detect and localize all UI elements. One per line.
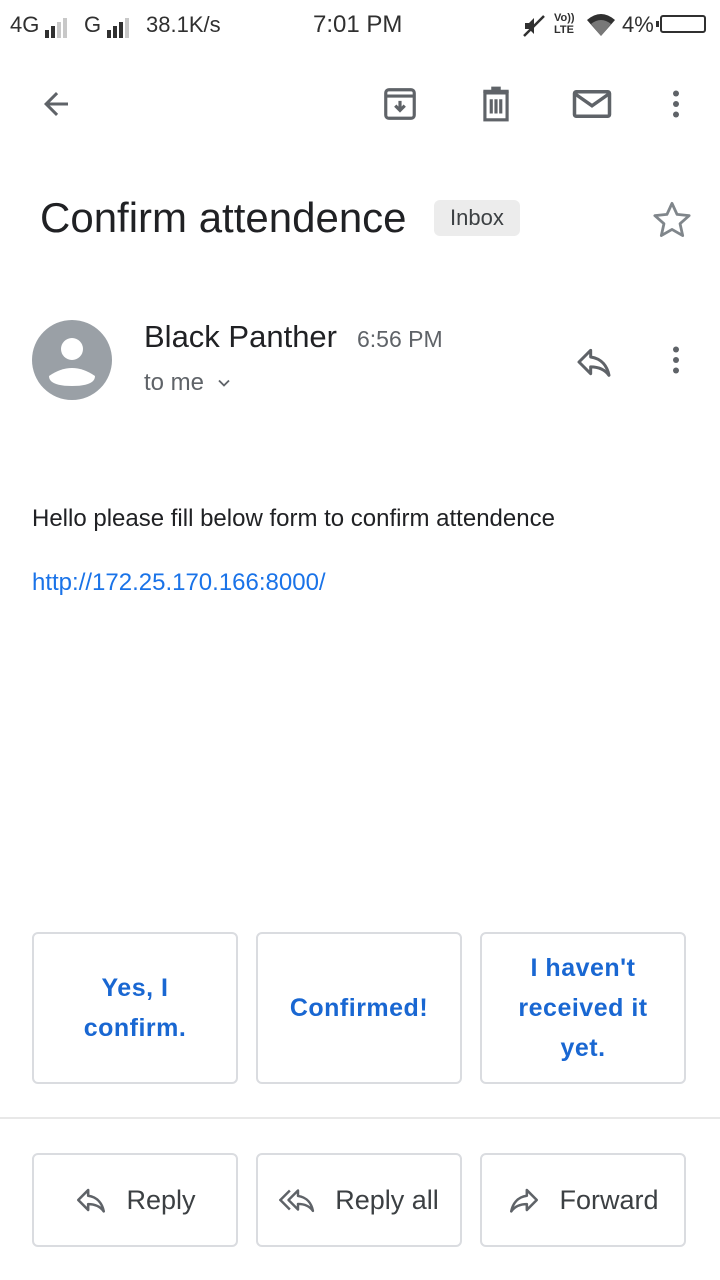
network-type-label: G — [84, 12, 102, 37]
delete-button[interactable] — [468, 76, 524, 132]
battery-icon — [656, 15, 706, 33]
reply-icon — [77, 1188, 106, 1213]
forward-icon — [510, 1188, 539, 1213]
star-icon — [653, 201, 691, 237]
star-button[interactable] — [648, 196, 696, 244]
battery-percent: 4% — [622, 12, 654, 37]
reply-all-icon — [279, 1189, 315, 1213]
chevron-down-icon — [218, 379, 230, 387]
signal-icon — [107, 12, 131, 38]
forward-button[interactable]: Forward — [480, 1153, 686, 1247]
recipient-label: to me — [144, 369, 205, 396]
smart-reply-not-received[interactable]: I haven't received it yet. — [480, 932, 686, 1084]
forward-label: Forward — [559, 1184, 659, 1215]
smart-reply-confirmed[interactable]: Confirmed! — [256, 932, 462, 1084]
reply-button[interactable]: Reply — [32, 1153, 238, 1247]
arrow-left-icon — [44, 92, 68, 116]
sender-name: Black Panther — [144, 319, 337, 354]
volte-icon: Vo)) LTE — [554, 12, 575, 36]
reply-icon-button[interactable] — [566, 334, 622, 390]
reply-all-button[interactable]: Reply all — [256, 1153, 462, 1247]
email-subject: Confirm attendence — [40, 194, 407, 241]
archive-icon — [384, 88, 416, 120]
network-indicator-4g: 4G — [10, 12, 69, 38]
clock: 7:01 PM — [313, 11, 403, 38]
email-body: Hello please fill below form to confirm … — [32, 505, 555, 532]
status-bar: 4G G 38.1K/s 7:01 PM Vo)) LTE 4% — [0, 0, 720, 50]
smart-reply-yes[interactable]: Yes, I confirm. — [32, 932, 238, 1084]
trash-icon — [483, 86, 509, 122]
received-time: 6:56 PM — [357, 326, 443, 352]
inbox-label-badge[interactable]: Inbox — [434, 200, 520, 236]
wifi-icon — [585, 12, 617, 43]
message-more-button[interactable] — [648, 332, 704, 388]
mail-icon — [572, 90, 612, 118]
more-vert-icon — [673, 346, 679, 374]
more-vert-icon — [673, 90, 679, 118]
mute-icon — [522, 14, 546, 43]
network-indicator-g: G — [84, 12, 131, 38]
sender-avatar[interactable] — [32, 320, 112, 400]
divider — [0, 1117, 720, 1119]
recipient-toggle[interactable]: to me — [144, 368, 234, 398]
network-type-label: 4G — [10, 12, 40, 37]
signal-icon — [45, 12, 69, 38]
reply-label: Reply — [126, 1184, 196, 1215]
archive-button[interactable] — [372, 76, 428, 132]
reply-all-label: Reply all — [335, 1184, 439, 1215]
network-speed: 38.1K/s — [146, 12, 221, 37]
mark-unread-button[interactable] — [564, 76, 620, 132]
form-link[interactable]: http://172.25.170.166:8000/ — [32, 568, 326, 598]
back-button[interactable] — [28, 76, 84, 132]
person-icon — [49, 338, 95, 386]
reply-icon — [577, 348, 611, 377]
more-options-button[interactable] — [648, 76, 704, 132]
